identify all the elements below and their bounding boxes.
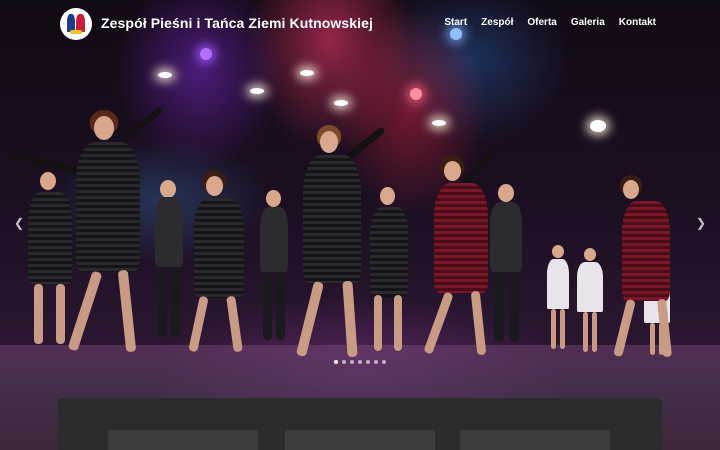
nav-item-oferta[interactable]: Oferta [527, 17, 556, 28]
content-card[interactable] [460, 430, 610, 450]
stage-glow [200, 48, 212, 60]
slider-dot[interactable] [358, 360, 362, 364]
content-card[interactable] [108, 430, 258, 450]
stage-light [250, 88, 264, 94]
main-nav: Start Zespół Oferta Galeria Kontakt [444, 17, 656, 28]
performer-child [575, 248, 605, 356]
slider-dot[interactable] [350, 360, 354, 364]
stage-light [590, 120, 606, 132]
stage-light [158, 72, 172, 78]
slider-dot[interactable] [382, 360, 386, 364]
dancer-red-dress [420, 147, 510, 360]
stage-light [432, 120, 446, 126]
dancer-black-dress [360, 185, 420, 355]
chevron-right-icon[interactable]: ❯ [696, 216, 706, 230]
nav-item-kontakt[interactable]: Kontakt [619, 17, 656, 28]
stage-light [334, 100, 348, 106]
content-panel [58, 398, 662, 450]
nav-item-galeria[interactable]: Galeria [571, 17, 605, 28]
slider-pagination [334, 360, 386, 364]
performer-child [545, 245, 571, 355]
nav-item-start[interactable]: Start [444, 17, 467, 28]
site-header: Zespół Pieśni i Tańca Ziemi Kutnowskiej … [0, 0, 720, 48]
dancer-black-dress [180, 170, 260, 355]
content-card[interactable] [285, 430, 435, 450]
dancer-black-dress [9, 105, 170, 358]
nav-item-zespol[interactable]: Zespół [481, 17, 513, 28]
hero-slider: ❮ ❯ [0, 0, 720, 450]
stage-glow [410, 88, 422, 100]
slider-dot[interactable] [374, 360, 378, 364]
site-title[interactable]: Zespół Pieśni i Tańca Ziemi Kutnowskiej [101, 15, 373, 31]
slider-dot[interactable] [342, 360, 346, 364]
dancer-red-dress [608, 175, 688, 360]
slider-dot[interactable] [334, 360, 338, 364]
slider-dot[interactable] [366, 360, 370, 364]
dancers-logo-icon[interactable] [60, 8, 92, 40]
stage-light [300, 70, 314, 76]
chevron-left-icon[interactable]: ❮ [14, 216, 24, 230]
